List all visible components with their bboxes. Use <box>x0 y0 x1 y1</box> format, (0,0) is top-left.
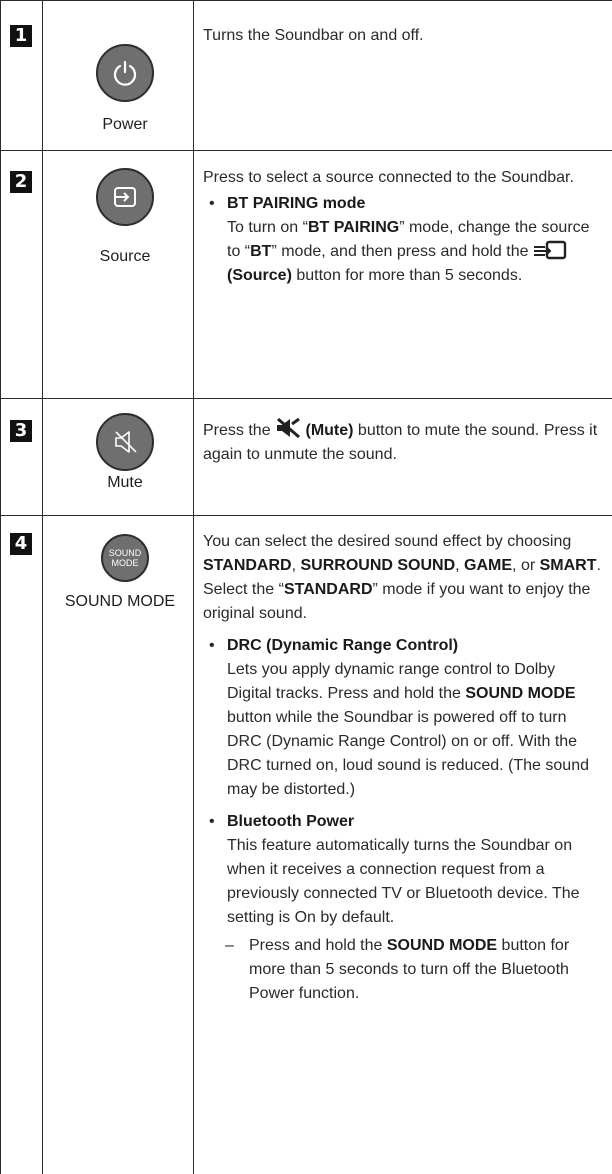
dash-item: – Press and hold the SOUND MODE button f… <box>203 934 603 1006</box>
text-span: button for more than 5 seconds. <box>291 267 523 284</box>
bullet-item: • BT PAIRING mode <box>203 192 603 216</box>
text-span: Press and hold the <box>249 937 387 954</box>
mute-icon <box>277 417 301 439</box>
mute-button <box>96 413 154 471</box>
text-span: Select the “ <box>203 581 284 598</box>
bullet-title: Bluetooth Power <box>227 813 355 830</box>
bullet-item: • Bluetooth Power <box>203 810 603 834</box>
bold-span: SOUND MODE <box>386 937 498 954</box>
description-text: Press the (Mute) button to mute the soun… <box>203 417 603 467</box>
bold-span: BT PAIRING <box>307 219 400 236</box>
row-number-badge: 4 <box>10 533 32 555</box>
bullet-body: To turn on “BT PAIRING” mode, change the… <box>203 216 603 288</box>
bold-span: (Source) <box>227 267 292 284</box>
bold-span: (Mute) <box>305 422 354 439</box>
text-span: To turn on “ <box>227 219 308 236</box>
bold-span: BT <box>250 243 272 260</box>
bullet-title: BT PAIRING mode <box>227 195 366 212</box>
button-function-table: 1 Power Turns the Soundbar on and off. 2… <box>0 0 612 1174</box>
button-label: Power <box>102 116 148 133</box>
bold-span: SOUND MODE <box>465 685 576 702</box>
bold-span: GAME <box>464 557 513 574</box>
button-description: Press to select a source connected to th… <box>203 166 603 288</box>
bullet-title: DRC (Dynamic Range Control) <box>227 637 459 654</box>
description-text: You can select the desired sound effect … <box>203 530 603 578</box>
button-label: Source <box>99 248 151 265</box>
sound-mode-button: SOUND MODE <box>101 534 149 582</box>
bullet-body: This feature automatically turns the Sou… <box>227 837 580 926</box>
mute-icon <box>115 431 137 453</box>
source-icon <box>533 240 567 260</box>
description-text: Select the “STANDARD” mode if you want t… <box>203 578 603 626</box>
bold-span: STANDARD <box>203 557 292 574</box>
row-number-badge: 3 <box>10 420 32 442</box>
text-span: , or <box>512 557 540 574</box>
sound-mode-icon: SOUND MODE <box>109 548 142 568</box>
bold-span: SURROUND SOUND <box>300 557 456 574</box>
bullet-item: • DRC (Dynamic Range Control) <box>203 634 603 658</box>
bullet-marker: • <box>209 813 215 830</box>
button-text-line: SOUND <box>108 548 142 558</box>
button-text-line: MODE <box>111 558 139 568</box>
button-description: Turns the Soundbar on and off. <box>203 24 603 48</box>
text-span: You can select the desired sound effect … <box>203 533 572 550</box>
button-label: Mute <box>107 474 143 491</box>
button-description: Press the (Mute) button to mute the soun… <box>203 417 603 467</box>
button-label: SOUND MODE <box>64 593 176 610</box>
bold-span: STANDARD <box>283 581 373 598</box>
table-row: 4 SOUND MODE SOUND MODE You can select t… <box>0 515 612 1174</box>
row-number-badge: 2 <box>10 171 32 193</box>
bullet-body: Lets you apply dynamic range control to … <box>203 658 603 802</box>
description-text: Turns the Soundbar on and off. <box>203 27 424 44</box>
text-span: . <box>596 557 601 574</box>
table-row: 1 Power Turns the Soundbar on and off. <box>0 0 612 150</box>
text-span: ” mode, and then press and hold the <box>271 243 533 260</box>
power-button <box>96 44 154 102</box>
dash-marker: – <box>225 937 234 954</box>
description-text: Press to select a source connected to th… <box>203 169 574 186</box>
source-icon <box>114 187 136 207</box>
bullet-marker: • <box>209 195 215 212</box>
bullet-marker: • <box>209 637 215 654</box>
table-row: 2 Source Press to select a source connec… <box>0 150 612 398</box>
button-description: You can select the desired sound effect … <box>203 530 603 1006</box>
source-button <box>96 168 154 226</box>
table-row: 3 Mute Press the (Mute) button to mute t… <box>0 398 612 515</box>
text-span: , <box>455 557 465 574</box>
text-span: Press the <box>203 422 276 439</box>
bold-span: SMART <box>539 557 597 574</box>
power-icon <box>113 60 137 86</box>
text-span: button while the Soundbar is powered off… <box>227 709 589 798</box>
row-number-badge: 1 <box>10 25 32 47</box>
